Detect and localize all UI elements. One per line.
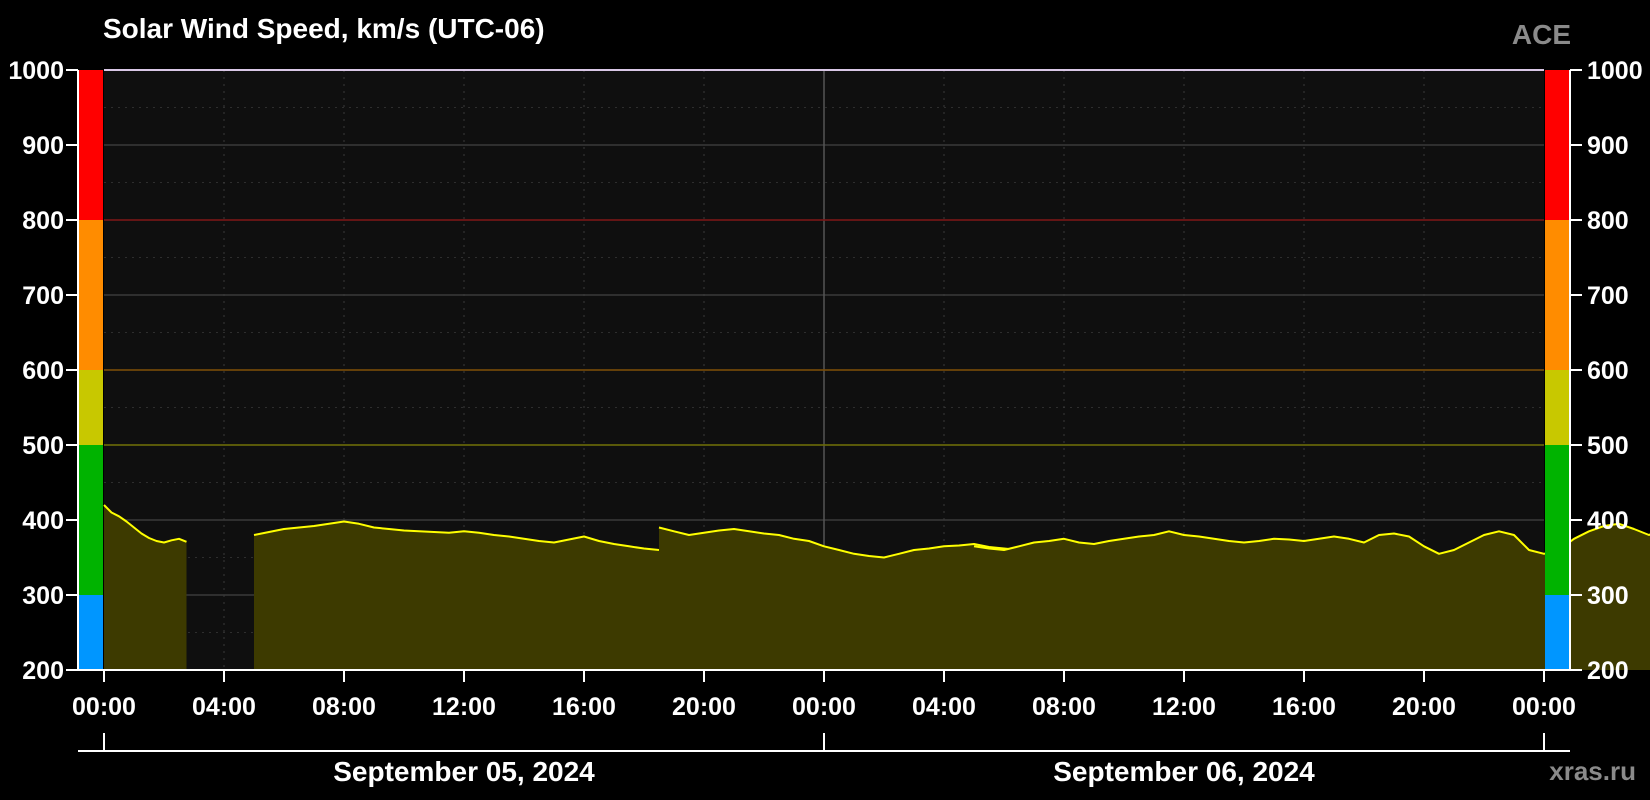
scale-band-right	[1545, 595, 1570, 670]
y-tick-label-right: 900	[1587, 132, 1629, 160]
x-tick-label: 20:00	[1392, 693, 1456, 721]
scale-band-left	[78, 220, 103, 370]
x-tick-label: 08:00	[312, 693, 376, 721]
chart-title: Solar Wind Speed, km/s (UTC-06)	[103, 13, 545, 44]
y-tick-label-right: 400	[1587, 507, 1629, 535]
y-tick-label-left: 300	[22, 582, 64, 610]
x-tick-label: 00:00	[792, 693, 856, 721]
scale-band-left	[78, 70, 103, 220]
x-tick-label: 08:00	[1032, 693, 1096, 721]
scale-band-left	[78, 445, 103, 595]
scale-band-right	[1545, 70, 1570, 220]
solar-wind-chart: Solar Wind Speed, km/s (UTC-06) ACE 200 2…	[0, 0, 1650, 800]
data-source-label: ACE	[1512, 19, 1571, 50]
y-tick-label-right: 700	[1587, 282, 1629, 310]
y-tick-label-left: 200	[22, 657, 64, 685]
y-tick-label-left: 1000	[8, 57, 64, 85]
credit-label: xras.ru	[1549, 756, 1636, 786]
y-tick-label-left: 800	[22, 207, 64, 235]
date-label: September 05, 2024	[333, 756, 595, 787]
y-tick-label-left: 700	[22, 282, 64, 310]
x-tick-label: 16:00	[1272, 693, 1336, 721]
y-tick-label-right: 500	[1587, 432, 1629, 460]
scale-band-left	[78, 370, 103, 445]
y-tick-label-right: 1000	[1587, 57, 1643, 85]
x-tick-label: 00:00	[72, 693, 136, 721]
y-tick-label-right: 300	[1587, 582, 1629, 610]
y-tick-label-left: 500	[22, 432, 64, 460]
series-area	[254, 521, 659, 670]
date-label: September 06, 2024	[1053, 756, 1315, 787]
y-tick-label-left: 900	[22, 132, 64, 160]
x-tick-label: 00:00	[1512, 693, 1576, 721]
x-tick-label: 12:00	[432, 693, 496, 721]
y-tick-label-right: 800	[1587, 207, 1629, 235]
x-tick-label: 04:00	[912, 693, 976, 721]
x-tick-label: 20:00	[672, 693, 736, 721]
x-tick-label: 16:00	[552, 693, 616, 721]
scale-band-right	[1545, 220, 1570, 370]
y-tick-label-right: 600	[1587, 357, 1629, 385]
x-tick-label: 04:00	[192, 693, 256, 721]
scale-band-left	[78, 595, 103, 670]
y-tick-label-left: 600	[22, 357, 64, 385]
y-tick-label-right: 200	[1587, 657, 1629, 685]
scale-band-right	[1545, 370, 1570, 445]
y-tick-label-left: 400	[22, 507, 64, 535]
scale-band-right	[1545, 445, 1570, 595]
x-tick-label: 12:00	[1152, 693, 1216, 721]
